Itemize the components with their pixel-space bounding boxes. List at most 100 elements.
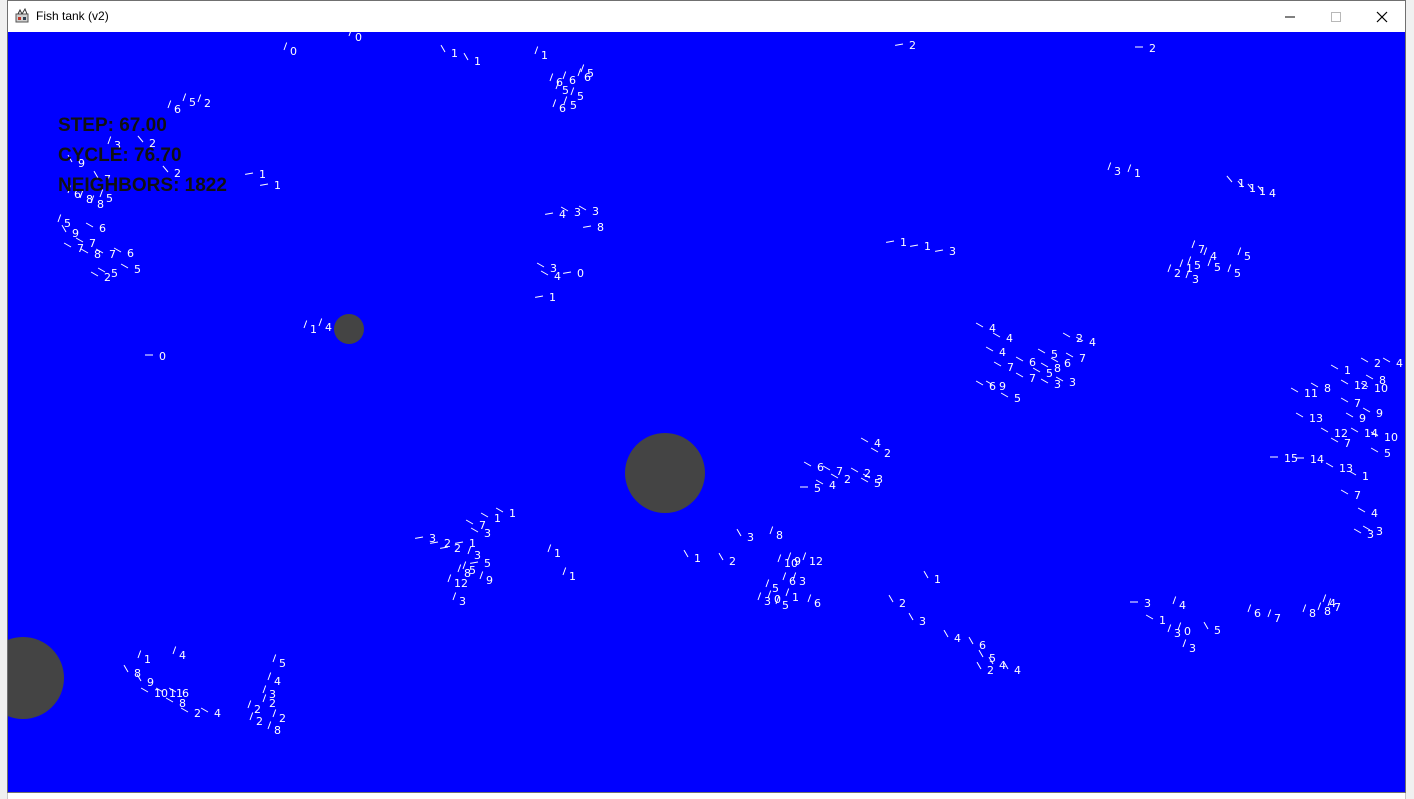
fish-neighbor-count: 13 <box>1339 462 1353 475</box>
fish-neighbor-count: 5 <box>64 217 71 230</box>
fish-neighbor-count: 3 <box>949 245 956 258</box>
fish-heading-stroke <box>465 519 474 525</box>
fish: 1 <box>1145 614 1166 627</box>
fish-neighbor-count: 9 <box>147 676 154 689</box>
fish-heading-stroke <box>1360 357 1369 363</box>
fish-neighbor-count: 6 <box>789 575 796 588</box>
maximize-button[interactable] <box>1313 1 1359 32</box>
step-counter: STEP: 67.00 <box>58 115 167 136</box>
fish: 1 <box>535 291 556 304</box>
fish-neighbor-count: 5 <box>577 90 584 103</box>
fish-neighbor-count: 12 <box>454 577 468 590</box>
fish-heading-stroke <box>1179 259 1184 268</box>
fish-neighbor-count: 5 <box>134 263 141 276</box>
fish-neighbor-count: 6 <box>814 597 821 610</box>
fish-heading-stroke <box>1330 364 1339 370</box>
fish-neighbor-count: 8 <box>179 697 186 710</box>
fish-neighbor-count: 3 <box>1174 627 1181 640</box>
fish-heading-stroke <box>90 271 99 277</box>
fish-neighbor-count: 2 <box>909 39 916 52</box>
fish-neighbor-count: 4 <box>989 322 996 335</box>
minimize-button[interactable] <box>1267 1 1313 32</box>
fish-neighbor-count: 9 <box>999 380 1006 393</box>
fish-heading-stroke <box>120 263 129 269</box>
fish-neighbor-count: 3 <box>1376 525 1383 538</box>
fish-heading-stroke <box>985 346 994 352</box>
fish: 12 <box>447 574 468 590</box>
fish-neighbor-count: 2 <box>884 447 891 460</box>
fish-neighbor-count: 8 <box>97 198 104 211</box>
fish: 5 <box>555 81 569 97</box>
fish: 4 <box>1382 357 1403 370</box>
fish-heading-stroke <box>736 528 742 537</box>
fish-neighbor-count: 5 <box>469 564 476 577</box>
fish-heading-stroke <box>470 527 479 533</box>
fish-neighbor-count: 2 <box>269 697 276 710</box>
fish: 7 <box>63 242 84 255</box>
fish-heading-stroke <box>850 467 859 473</box>
fish: 7 <box>1191 240 1205 256</box>
fish-neighbor-count: 7 <box>1354 397 1361 410</box>
fish: 2 <box>247 700 261 716</box>
fish-neighbor-count: 4 <box>1014 664 1021 677</box>
close-icon <box>1376 11 1388 22</box>
fish-heading-stroke <box>1340 489 1349 495</box>
fish-neighbor-count: 3 <box>459 595 466 608</box>
close-button[interactable] <box>1359 1 1405 32</box>
fish: 3 <box>908 612 926 628</box>
fish-neighbor-count: 3 <box>1144 597 1151 610</box>
fish: 7 <box>1340 397 1361 410</box>
fish-neighbor-count: 0 <box>290 45 297 58</box>
fish: 3 <box>1130 597 1151 610</box>
fish-neighbor-count: 2 <box>844 473 851 486</box>
fish-neighbor-count: 1 <box>310 323 317 336</box>
fish-heading-stroke <box>975 322 984 328</box>
fish-neighbor-count: 1 <box>1134 167 1141 180</box>
fish: 1 <box>683 549 701 565</box>
fish: 6 <box>807 594 821 610</box>
fish-neighbor-count: 1 <box>509 507 516 520</box>
fish: 4 <box>545 208 566 221</box>
fish-neighbor-count: 3 <box>1189 642 1196 655</box>
fish-heading-stroke <box>769 526 774 535</box>
fish-neighbor-count: 1 <box>1344 364 1351 377</box>
fish: 2 <box>895 39 916 52</box>
fish-neighbor-count: 5 <box>111 267 118 280</box>
fish-neighbor-count: 5 <box>562 84 569 97</box>
fish-heading-stroke <box>479 571 484 580</box>
fish: 1 <box>245 168 266 181</box>
fish-neighbor-count: 4 <box>1089 336 1096 349</box>
fish-heading-stroke <box>1267 609 1272 618</box>
fish-heading-stroke <box>85 222 94 228</box>
fish: 6 <box>782 572 796 588</box>
fish: 7 <box>1340 489 1361 502</box>
fish-neighbor-count: 4 <box>559 208 566 221</box>
fish-tank-canvas[interactable]: 0011122014566655565263221197688559677876… <box>8 32 1405 792</box>
fish-neighbor-count: 1 <box>1238 177 1245 190</box>
title-bar[interactable]: Fish tank (v2) <box>8 1 1405 32</box>
fish: 5 <box>1000 392 1021 405</box>
fish-heading-stroke <box>923 570 929 579</box>
fish-heading-stroke <box>1320 427 1329 433</box>
fish-heading-stroke <box>262 685 267 694</box>
fish: 1 <box>534 46 548 62</box>
fish-heading-stroke <box>1302 604 1307 613</box>
fish: 1 <box>547 544 561 560</box>
fish: 3 <box>578 205 599 218</box>
fish-neighbor-count: 8 <box>274 724 281 737</box>
fish-neighbor-count: 8 <box>1379 374 1386 387</box>
fish-heading-stroke <box>1015 356 1024 362</box>
fish-neighbor-count: 4 <box>954 632 961 645</box>
fish-heading-stroke <box>197 94 202 103</box>
fish-heading-stroke <box>1353 528 1362 534</box>
fish-heading-stroke <box>782 572 787 581</box>
fish-neighbor-count: 7 <box>836 465 843 478</box>
fish-heading-stroke <box>1350 427 1359 433</box>
fish-neighbor-count: 1 <box>1249 182 1256 195</box>
fish-heading-stroke <box>757 592 762 601</box>
fish-heading-stroke <box>200 707 209 713</box>
fish: 1 <box>1330 364 1351 377</box>
fish: 6 <box>85 222 106 235</box>
fish: 3 <box>1353 528 1374 541</box>
fish: 2 <box>1360 357 1381 370</box>
